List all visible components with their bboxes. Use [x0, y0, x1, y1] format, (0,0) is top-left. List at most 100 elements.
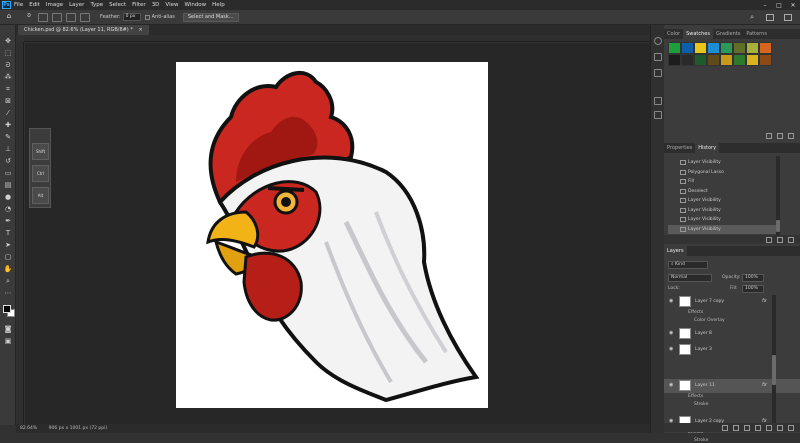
maximize-icon[interactable]: □: [772, 2, 786, 9]
menu-edit[interactable]: Edit: [29, 2, 40, 8]
swatch[interactable]: [746, 54, 759, 66]
zoom-tool-icon[interactable]: ⌕: [3, 277, 13, 286]
history-item[interactable]: Fill: [668, 177, 780, 187]
hand-tool-icon[interactable]: ✋: [3, 265, 13, 274]
select-and-mask-button[interactable]: Select and Mask...: [182, 12, 239, 22]
eyedropper-tool-icon[interactable]: ⁄: [3, 109, 13, 118]
type-tool-icon[interactable]: T: [3, 229, 13, 238]
swatch[interactable]: [746, 42, 759, 54]
blur-tool-icon[interactable]: ●: [3, 193, 13, 202]
swatch[interactable]: [759, 42, 772, 54]
camera-icon[interactable]: [777, 236, 783, 243]
workspace-icon[interactable]: [766, 13, 774, 21]
layer-row[interactable]: ◉ Layer 3: [664, 343, 800, 357]
new-layer-icon[interactable]: [777, 424, 783, 431]
home-icon[interactable]: ⌂: [4, 12, 14, 22]
new-swatch-icon[interactable]: [777, 132, 783, 139]
layers-scrollbar[interactable]: [772, 295, 776, 423]
gradient-tool-icon[interactable]: ▤: [3, 181, 13, 190]
document-tab[interactable]: Chicken.psd @ 82.6% (Layer 11, RGB/8#) *…: [18, 25, 149, 35]
swatch[interactable]: [694, 54, 707, 66]
fx-badge[interactable]: fx: [762, 298, 767, 304]
swatch[interactable]: [720, 42, 733, 54]
tab-swatches[interactable]: Swatches: [683, 29, 713, 39]
mask-icon[interactable]: [744, 424, 750, 431]
screen-mode-icon[interactable]: ▣: [3, 337, 13, 346]
share-icon[interactable]: [784, 13, 792, 21]
opacity-input[interactable]: 100%: [742, 274, 764, 282]
swatch[interactable]: [668, 42, 681, 54]
history-brush-tool-icon[interactable]: ↺: [3, 157, 13, 166]
menu-3d[interactable]: 3D: [152, 2, 160, 8]
menu-file[interactable]: File: [14, 2, 23, 8]
blend-mode-dropdown[interactable]: Normal: [668, 274, 712, 282]
swatch[interactable]: [668, 54, 681, 66]
eraser-tool-icon[interactable]: ▭: [3, 169, 13, 178]
tab-history[interactable]: History: [695, 143, 720, 153]
search-icon[interactable]: ⌕: [750, 13, 754, 22]
trash-icon[interactable]: [788, 132, 794, 139]
layer-name[interactable]: Layer 3: [695, 347, 712, 352]
document-info[interactable]: 906 px x 1001 px (72 ppi): [49, 426, 108, 431]
history-item[interactable]: Deselect: [668, 187, 780, 197]
trash-icon[interactable]: [788, 236, 794, 243]
menu-select[interactable]: Select: [109, 2, 126, 8]
visibility-eye-icon[interactable]: ◉: [669, 382, 673, 388]
lasso-tool-icon[interactable]: ᘐ: [24, 13, 34, 22]
dodge-tool-icon[interactable]: ◔: [3, 205, 13, 214]
effect-item[interactable]: Color Overlay: [694, 318, 725, 323]
close-icon[interactable]: ✕: [786, 2, 800, 9]
crop-tool-icon[interactable]: ⌗: [3, 85, 13, 94]
new-snapshot-icon[interactable]: [766, 236, 772, 243]
rectangle-tool-icon[interactable]: ▢: [3, 253, 13, 262]
menu-type[interactable]: Type: [90, 2, 103, 8]
effect-item[interactable]: Stroke: [694, 402, 708, 407]
menu-view[interactable]: View: [165, 2, 178, 8]
link-icon[interactable]: [722, 424, 728, 431]
tab-gradients[interactable]: Gradients: [713, 29, 743, 39]
layer-name[interactable]: Layer 11: [695, 383, 715, 388]
effects-label[interactable]: Effects: [688, 394, 703, 399]
move-tool-icon[interactable]: ✥: [3, 37, 13, 46]
marquee-tool-icon[interactable]: ⬚: [3, 49, 13, 58]
effect-item[interactable]: Stroke: [694, 438, 708, 443]
artboard[interactable]: [176, 62, 488, 408]
visibility-eye-icon[interactable]: ◉: [669, 298, 673, 304]
clone-stamp-tool-icon[interactable]: ⊥: [3, 145, 13, 154]
layer-row[interactable]: ◉ Layer 11 fx: [664, 379, 800, 393]
swatch[interactable]: [733, 42, 746, 54]
layers-scroll-thumb[interactable]: [772, 355, 776, 385]
swatch[interactable]: [681, 42, 694, 54]
menu-help[interactable]: Help: [212, 2, 225, 8]
fx-icon[interactable]: [733, 424, 739, 431]
history-scrollbar[interactable]: [776, 156, 780, 236]
add-selection-icon[interactable]: [52, 12, 62, 22]
effects-label[interactable]: Effects: [688, 310, 703, 315]
new-selection-icon[interactable]: [38, 12, 48, 22]
ctrl-key-button[interactable]: Ctrl: [32, 165, 49, 182]
history-item[interactable]: Polygonal Lasso: [668, 168, 780, 178]
menu-layer[interactable]: Layer: [69, 2, 84, 8]
swatch[interactable]: [694, 42, 707, 54]
menu-filter[interactable]: Filter: [132, 2, 146, 8]
swatch[interactable]: [681, 54, 694, 66]
layer-name[interactable]: Layer 8: [695, 331, 712, 336]
fill-input[interactable]: 100%: [742, 285, 764, 293]
shift-key-button[interactable]: Shift: [32, 143, 49, 160]
swatches-panel-icon[interactable]: [654, 53, 662, 61]
history-item[interactable]: Layer Visibility: [668, 224, 780, 234]
channels-panel-icon[interactable]: [654, 111, 662, 119]
swatch[interactable]: [759, 54, 772, 66]
swatch[interactable]: [720, 54, 733, 66]
magic-wand-tool-icon[interactable]: ⁂: [3, 73, 13, 82]
brush-tool-icon[interactable]: ✎: [3, 133, 13, 142]
intersect-selection-icon[interactable]: [80, 12, 90, 22]
frame-tool-icon[interactable]: ⊠: [3, 97, 13, 106]
more-tools-icon[interactable]: ⋯: [3, 289, 13, 298]
libraries-panel-icon[interactable]: [654, 97, 662, 105]
tab-patterns[interactable]: Patterns: [743, 29, 770, 39]
color-panel-icon[interactable]: [654, 37, 662, 45]
quick-mask-icon[interactable]: ◙: [3, 325, 13, 334]
swatch[interactable]: [707, 42, 720, 54]
menu-window[interactable]: Window: [184, 2, 206, 8]
